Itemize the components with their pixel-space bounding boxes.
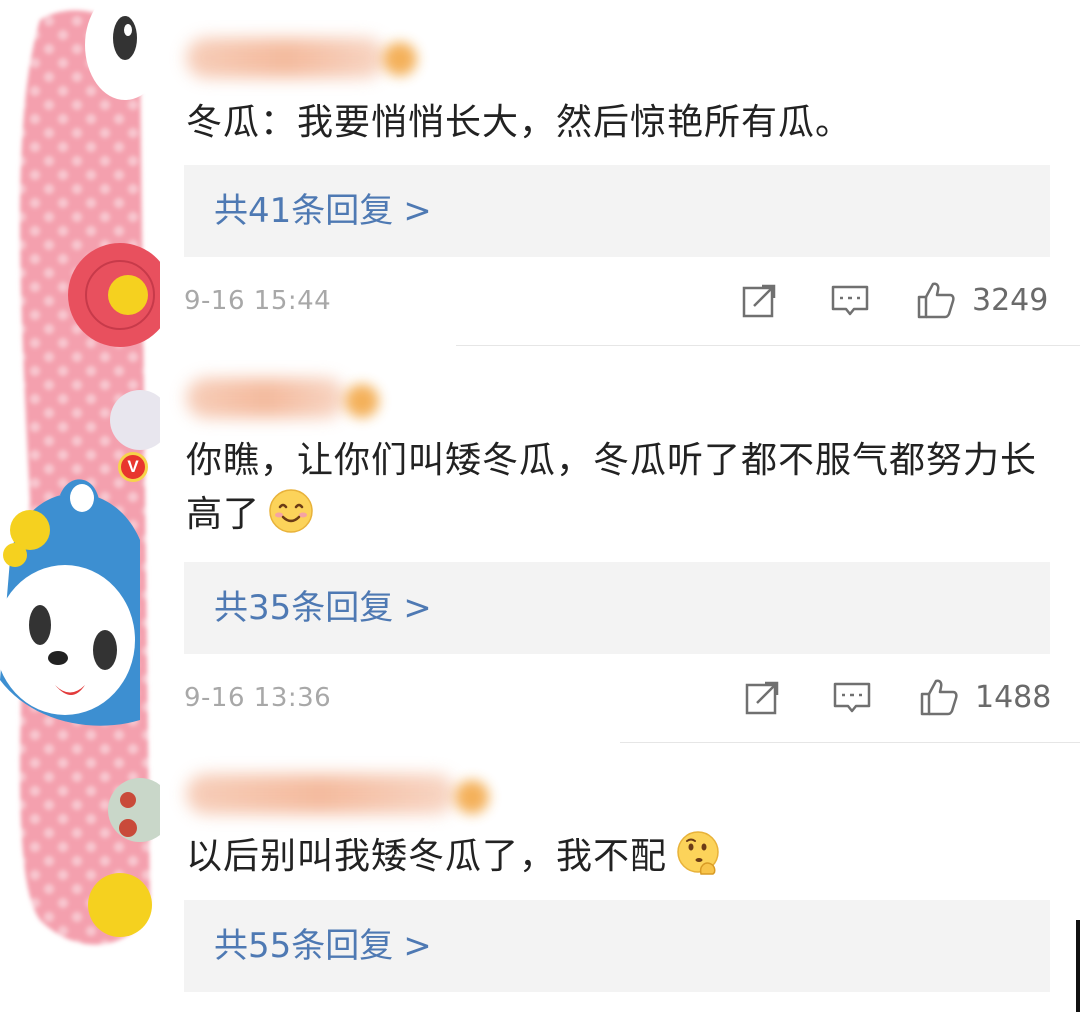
chevron-right-icon: > bbox=[403, 588, 432, 628]
like-count: 1488 bbox=[975, 680, 1052, 715]
smiling-face-emoji bbox=[269, 489, 313, 533]
view-replies-link[interactable]: 共35条回复 > bbox=[214, 584, 432, 632]
comment-feed: 冬瓜：我要悄悄长大，然后惊艳所有瓜。 共41条回复 > 9-16 15:44 3… bbox=[0, 0, 1080, 1012]
comment-item: 以后别叫我矮冬瓜了，我不配 共55条回复 > bbox=[0, 744, 1080, 1012]
comment-text-body: 以后别叫我矮冬瓜了，我不配 bbox=[186, 836, 668, 877]
username-obscured[interactable] bbox=[186, 378, 346, 418]
replies-box[interactable]: 共35条回复 > bbox=[184, 562, 1050, 654]
comment-actions: 9-16 13:36 1488 bbox=[184, 673, 1052, 723]
replies-box[interactable]: 共55条回复 > bbox=[184, 900, 1050, 992]
comment-timestamp: 9-16 13:36 bbox=[184, 683, 332, 713]
replies-box[interactable]: 共41条回复 > bbox=[184, 165, 1050, 257]
user-badge bbox=[455, 780, 489, 814]
view-replies-link[interactable]: 共41条回复 > bbox=[214, 187, 432, 235]
user-badge bbox=[383, 42, 417, 76]
replies-count-label: 共55条回复 bbox=[214, 926, 394, 966]
comment-icon[interactable] bbox=[832, 677, 872, 717]
chevron-right-icon: > bbox=[403, 191, 432, 231]
username-obscured[interactable] bbox=[186, 38, 386, 78]
thumbs-up-icon[interactable] bbox=[919, 677, 959, 717]
comment-text: 你瞧，让你们叫矮冬瓜，冬瓜听了都不服气都努力长高了 bbox=[186, 434, 1046, 542]
comment-text: 冬瓜：我要悄悄长大，然后惊艳所有瓜。 bbox=[186, 102, 853, 143]
verified-badge: V bbox=[118, 452, 148, 482]
comment-item: 冬瓜：我要悄悄长大，然后惊艳所有瓜。 共41条回复 > 9-16 15:44 3… bbox=[0, 0, 1080, 346]
comment-timestamp: 9-16 15:44 bbox=[184, 286, 332, 316]
repost-icon[interactable] bbox=[740, 280, 780, 320]
replies-count-label: 共41条回复 bbox=[214, 191, 394, 231]
comment-icon[interactable] bbox=[830, 280, 870, 320]
comment-text: 以后别叫我矮冬瓜了，我不配 bbox=[186, 830, 1046, 884]
replies-count-label: 共35条回复 bbox=[214, 588, 394, 628]
screen-edge bbox=[1076, 920, 1080, 1012]
view-replies-link[interactable]: 共55条回复 > bbox=[214, 922, 432, 970]
username-obscured[interactable] bbox=[186, 774, 456, 814]
thinking-face-emoji bbox=[677, 831, 719, 875]
repost-icon[interactable] bbox=[743, 677, 783, 717]
chevron-right-icon: > bbox=[403, 926, 432, 966]
thumbs-up-icon[interactable] bbox=[916, 280, 956, 320]
like-count: 3249 bbox=[972, 283, 1049, 318]
comment-actions: 9-16 15:44 3249 bbox=[184, 276, 1050, 326]
comment-item: V 你瞧，让你们叫矮冬瓜，冬瓜听了都不服气都努力长高了 共35条回复 > 9-16… bbox=[0, 346, 1080, 744]
comment-divider bbox=[620, 742, 1080, 743]
user-badge bbox=[345, 384, 379, 418]
